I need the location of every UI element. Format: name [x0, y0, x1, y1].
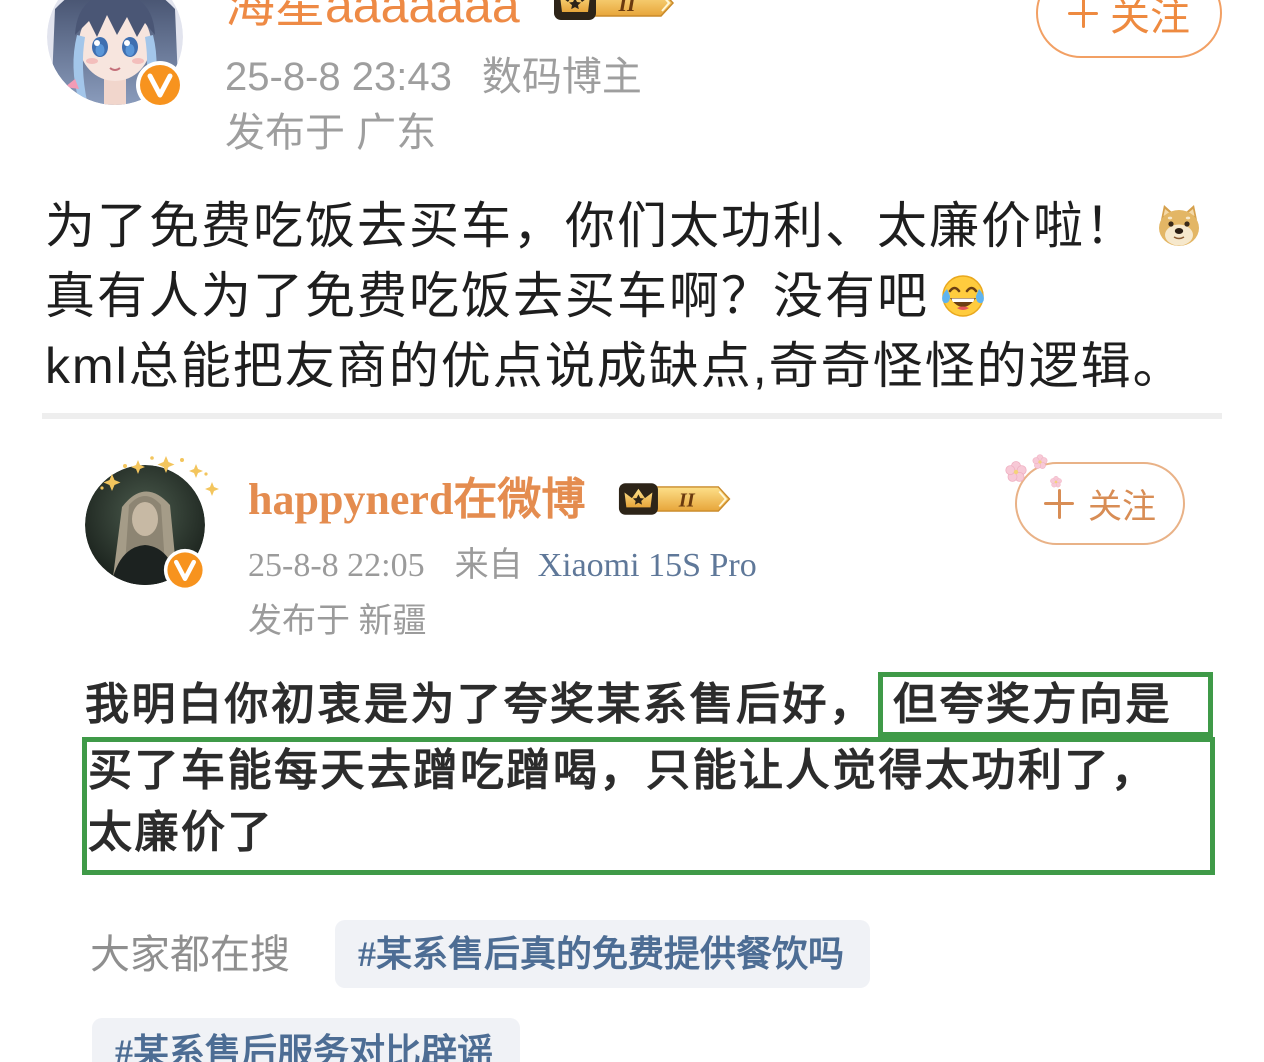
- highlight-box: 买了车能每天去蹭吃蹭喝，只能让人觉得太功利了， 太廉价了: [82, 737, 1215, 875]
- author-name[interactable]: 海星aaaaaaa: [225, 0, 520, 30]
- post-source-device: Xiaomi 15S Pro: [537, 547, 757, 584]
- post-time[interactable]: 25-8-8 23:43: [225, 57, 452, 97]
- highlight-box: 但夸奖方向是: [878, 672, 1213, 737]
- hashtag-pill: #某系售后服务对比辟谣: [92, 1018, 520, 1062]
- laughing-crying-emoji-icon: [939, 272, 987, 320]
- author-role: 数码博主: [481, 55, 642, 99]
- avatar-sparkle-decoration: [92, 452, 224, 500]
- crown-icon: [560, 0, 590, 12]
- quoted-post-time: 25-8-8 22:05: [248, 547, 425, 584]
- quoted-body-line: 太廉价了: [88, 808, 274, 857]
- follow-label: 关注: [1088, 489, 1156, 526]
- level-badge-text: II: [678, 489, 696, 511]
- weibo-post-page: 海星aaaaaaa II 关注 25-8-8 23:43 数码博主 发布于 广东…: [0, 0, 1264, 1062]
- quoted-member-level-badge: II: [618, 480, 736, 518]
- source-prefix: 来自: [454, 547, 523, 584]
- quoted-author-name: happynerd在微博: [248, 475, 586, 524]
- quoted-screenshot-image[interactable]: happynerd在微博 II 关注 25-8-8 22:05 来自 Xiaom…: [0, 421, 1264, 1062]
- trending-search-label: 大家都在搜: [90, 932, 290, 977]
- post-text-segment: 真有人为了免费吃饭去买车啊？没有吧: [45, 268, 929, 324]
- quoted-post-location: 发布于 新疆: [248, 603, 427, 640]
- post-meta: 25-8-8 23:43 数码博主: [225, 57, 642, 97]
- post-text-segment: 为了免费吃饭去买车，你们太功利、太廉价啦！: [45, 198, 1137, 254]
- post-text-line: 真有人为了免费吃饭去买车啊？没有吧: [45, 261, 1203, 331]
- post-text-segment: kml总能把友商的优点说成缺点,奇奇怪怪的逻辑。: [45, 338, 1185, 394]
- plus-icon: [1068, 0, 1098, 28]
- sakura-decoration-icon: [998, 452, 1070, 498]
- level-badge-text: II: [617, 0, 637, 16]
- hashtag-pill: #某系售后真的免费提供餐饮吗: [335, 920, 870, 988]
- quoted-post-meta: 25-8-8 22:05 来自 Xiaomi 15S Pro: [248, 548, 757, 584]
- divider: [42, 413, 1222, 419]
- follow-button[interactable]: 关注: [1036, 0, 1222, 58]
- follow-label: 关注: [1110, 0, 1190, 39]
- doge-emoji-icon: [1155, 202, 1203, 250]
- post-text: 为了免费吃饭去买车，你们太功利、太廉价啦！ 真有人为了免费吃饭去买车啊？没有吧 …: [45, 191, 1203, 401]
- quoted-body-line: 买了车能每天去蹭吃蹭喝，只能让人觉得太功利了，: [88, 746, 1158, 795]
- quoted-body-line: 我明白你初衷是为了夸奖某系售后好，: [85, 680, 876, 729]
- post-text-line: 为了免费吃饭去买车，你们太功利、太廉价啦！: [45, 191, 1203, 261]
- member-level-badge[interactable]: II: [553, 0, 680, 23]
- quoted-verified-badge-icon: [163, 548, 207, 592]
- post-text-line: kml总能把友商的优点说成缺点,奇奇怪怪的逻辑。: [45, 331, 1203, 401]
- verified-badge-icon: [135, 60, 185, 110]
- post-location: 发布于 广东: [225, 111, 437, 155]
